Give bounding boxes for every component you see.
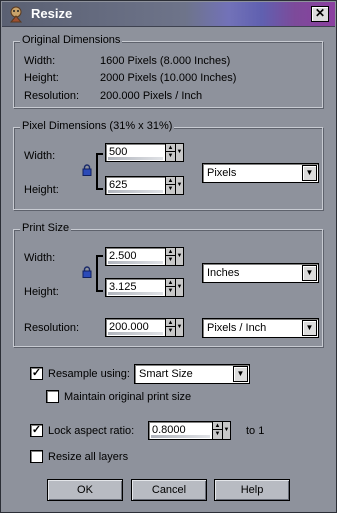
title-bar[interactable]: Resize ✕ — [2, 2, 335, 27]
cancel-button[interactable]: Cancel — [131, 479, 207, 501]
aspect-ratio-suffix: to 1 — [246, 425, 265, 437]
window-title: Resize — [31, 6, 73, 21]
lock-icon — [82, 164, 92, 176]
pixel-height-input[interactable]: 625 — [105, 176, 166, 195]
pixel-width-spinner[interactable]: 500 ▲ ▼ ▼ — [105, 143, 185, 162]
print-width-label: Width: — [24, 252, 56, 264]
pixel-width-input[interactable]: 500 — [105, 143, 166, 162]
chevron-down-icon[interactable]: ▼ — [233, 366, 248, 382]
resolution-unit-value: Pixels / Inch — [207, 322, 267, 334]
spinner-extra-icon[interactable]: ▼ — [175, 247, 184, 266]
resize-all-layers-checkbox[interactable] — [30, 450, 43, 463]
resize-all-layers-label: Resize all layers — [48, 451, 129, 463]
print-unit-select[interactable]: Inches ▼ — [202, 263, 319, 283]
chevron-down-icon[interactable]: ▼ — [302, 320, 317, 336]
resample-checkbox[interactable]: ✓ — [30, 367, 43, 380]
aspect-ratio-spinner[interactable]: 0.8000 ▲ ▼ ▼ — [148, 421, 232, 440]
lock-aspect-label: Lock aspect ratio: — [48, 425, 135, 437]
link-bracket-bottom — [96, 272, 103, 292]
spinner-extra-icon[interactable]: ▼ — [175, 143, 184, 162]
print-height-label: Height: — [24, 286, 59, 298]
chevron-down-icon[interactable]: ▼ — [302, 165, 317, 181]
spinner-extra-icon[interactable]: ▼ — [175, 176, 184, 195]
original-resolution-label: Resolution: — [24, 90, 80, 102]
pixel-width-label: Width: — [24, 150, 56, 162]
print-unit-value: Inches — [207, 267, 240, 279]
pixel-height-label: Height: — [24, 184, 59, 196]
link-bracket-bottom — [96, 170, 103, 190]
resample-method-select[interactable]: Smart Size ▼ — [134, 364, 250, 384]
print-height-spinner[interactable]: 3.125 ▲ ▼ ▼ — [105, 278, 185, 297]
print-resolution-input[interactable]: 200.000 — [105, 318, 166, 337]
pixel-dimensions-group: Pixel Dimensions (31% x 31%) Width: Heig… — [13, 120, 323, 210]
original-width-value: 1600 Pixels (8.000 Inches) — [100, 55, 231, 67]
resolution-unit-select[interactable]: Pixels / Inch ▼ — [202, 318, 319, 338]
resample-label: Resample using: — [48, 368, 130, 380]
print-height-input[interactable]: 3.125 — [105, 278, 166, 297]
app-icon — [9, 6, 23, 23]
pixel-height-spinner[interactable]: 625 ▲ ▼ ▼ — [105, 176, 185, 195]
print-width-spinner[interactable]: 2.500 ▲ ▼ ▼ — [105, 247, 185, 266]
original-width-label: Width: — [24, 55, 56, 67]
group-title: Print Size — [20, 222, 72, 234]
group-title: Pixel Dimensions (31% x 31%) — [20, 120, 175, 132]
resample-method-value: Smart Size — [139, 368, 193, 380]
pixel-unit-value: Pixels — [207, 167, 237, 179]
ok-button[interactable]: OK — [47, 479, 123, 501]
print-size-group: Print Size Width: Height: 2.500 ▲ ▼ ▼ 3.1… — [13, 222, 323, 347]
original-height-value: 2000 Pixels (10.000 Inches) — [100, 72, 237, 84]
print-width-input[interactable]: 2.500 — [105, 247, 166, 266]
spinner-extra-icon[interactable]: ▼ — [175, 318, 184, 337]
maintain-print-size-label: Maintain original print size — [64, 391, 192, 403]
spinner-extra-icon[interactable]: ▼ — [175, 278, 184, 297]
resize-dialog: Resize ✕ Original Dimensions Width: 1600… — [0, 0, 337, 513]
aspect-ratio-input[interactable]: 0.8000 — [148, 421, 213, 440]
pixel-unit-select[interactable]: Pixels ▼ — [202, 163, 319, 183]
maintain-print-size-checkbox[interactable] — [46, 390, 59, 403]
original-dimensions-group: Original Dimensions Width: 1600 Pixels (… — [13, 34, 323, 108]
print-resolution-spinner[interactable]: 200.000 ▲ ▼ ▼ — [105, 318, 185, 337]
chevron-down-icon[interactable]: ▼ — [302, 265, 317, 281]
lock-aspect-checkbox[interactable]: ✓ — [30, 424, 43, 437]
print-resolution-label: Resolution: — [24, 322, 80, 334]
spinner-extra-icon[interactable]: ▼ — [222, 421, 231, 440]
original-resolution-value: 200.000 Pixels / Inch — [100, 90, 203, 102]
help-button[interactable]: Help — [214, 479, 290, 501]
original-height-label: Height: — [24, 72, 59, 84]
lock-icon — [82, 266, 92, 278]
close-icon[interactable]: ✕ — [311, 6, 329, 22]
group-title: Original Dimensions — [20, 34, 123, 46]
